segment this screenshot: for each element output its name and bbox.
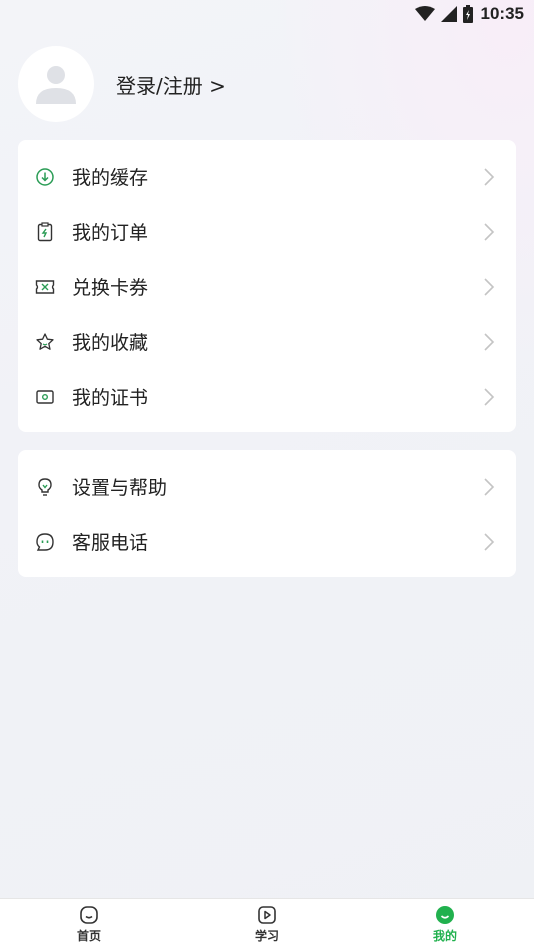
nav-label: 首页 (76, 929, 101, 943)
battery-icon (462, 5, 473, 23)
play-icon (258, 906, 276, 924)
chevron-right-icon (482, 532, 496, 552)
nav-tab-home[interactable]: 首页 (0, 899, 178, 950)
menu-card-primary: 我的缓存 我的订单 兑换卡券 我的收藏 我的证书 (18, 140, 516, 432)
menu-item-orders[interactable]: 我的订单 (18, 204, 516, 259)
nav-label: 学习 (254, 929, 279, 943)
status-bar: 10:35 (0, 0, 534, 28)
chat-bubble-icon (35, 532, 55, 552)
chevron-right-icon (482, 167, 496, 187)
profile-face-icon (436, 906, 454, 924)
login-register-link[interactable]: 登录/注册 > (116, 70, 226, 99)
download-icon (35, 167, 55, 187)
nav-tab-mine[interactable]: 我的 (356, 899, 534, 950)
lightbulb-icon (35, 477, 55, 497)
menu-label: 我的证书 (72, 387, 149, 409)
wifi-icon (414, 6, 435, 22)
nav-tab-learn[interactable]: 学习 (178, 899, 356, 950)
menu-card-secondary: 设置与帮助 客服电话 (18, 450, 516, 577)
order-clipboard-icon (35, 221, 55, 242)
menu-item-redeem[interactable]: 兑换卡券 (18, 259, 516, 314)
menu-item-settings-help[interactable]: 设置与帮助 (18, 459, 516, 514)
menu-label: 客服电话 (72, 532, 149, 554)
chevron-right-icon (482, 477, 496, 497)
menu-item-customer-service[interactable]: 客服电话 (18, 514, 516, 569)
certificate-icon (35, 387, 55, 407)
star-icon (35, 332, 55, 352)
status-time: 10:35 (480, 4, 524, 23)
menu-label: 设置与帮助 (72, 477, 168, 499)
menu-item-certificates[interactable]: 我的证书 (18, 369, 516, 424)
chevron-right-icon (482, 222, 496, 242)
bottom-navigation: 首页 学习 我的 (0, 898, 534, 950)
menu-item-cache[interactable]: 我的缓存 (18, 149, 516, 204)
profile-header[interactable]: 登录/注册 > (18, 46, 226, 122)
chevron-right-icon (482, 387, 496, 407)
chevron-right-icon (482, 277, 496, 297)
person-icon (36, 66, 76, 104)
menu-item-favorites[interactable]: 我的收藏 (18, 314, 516, 369)
signal-icon (440, 6, 457, 22)
chevron-right-icon (482, 332, 496, 352)
avatar[interactable] (18, 46, 94, 122)
menu-label: 兑换卡券 (72, 277, 149, 299)
nav-label: 我的 (432, 929, 457, 943)
menu-label: 我的订单 (72, 222, 149, 244)
menu-label: 我的收藏 (72, 332, 149, 354)
ticket-icon (35, 277, 55, 297)
home-face-icon (80, 906, 98, 924)
menu-label: 我的缓存 (72, 167, 149, 189)
